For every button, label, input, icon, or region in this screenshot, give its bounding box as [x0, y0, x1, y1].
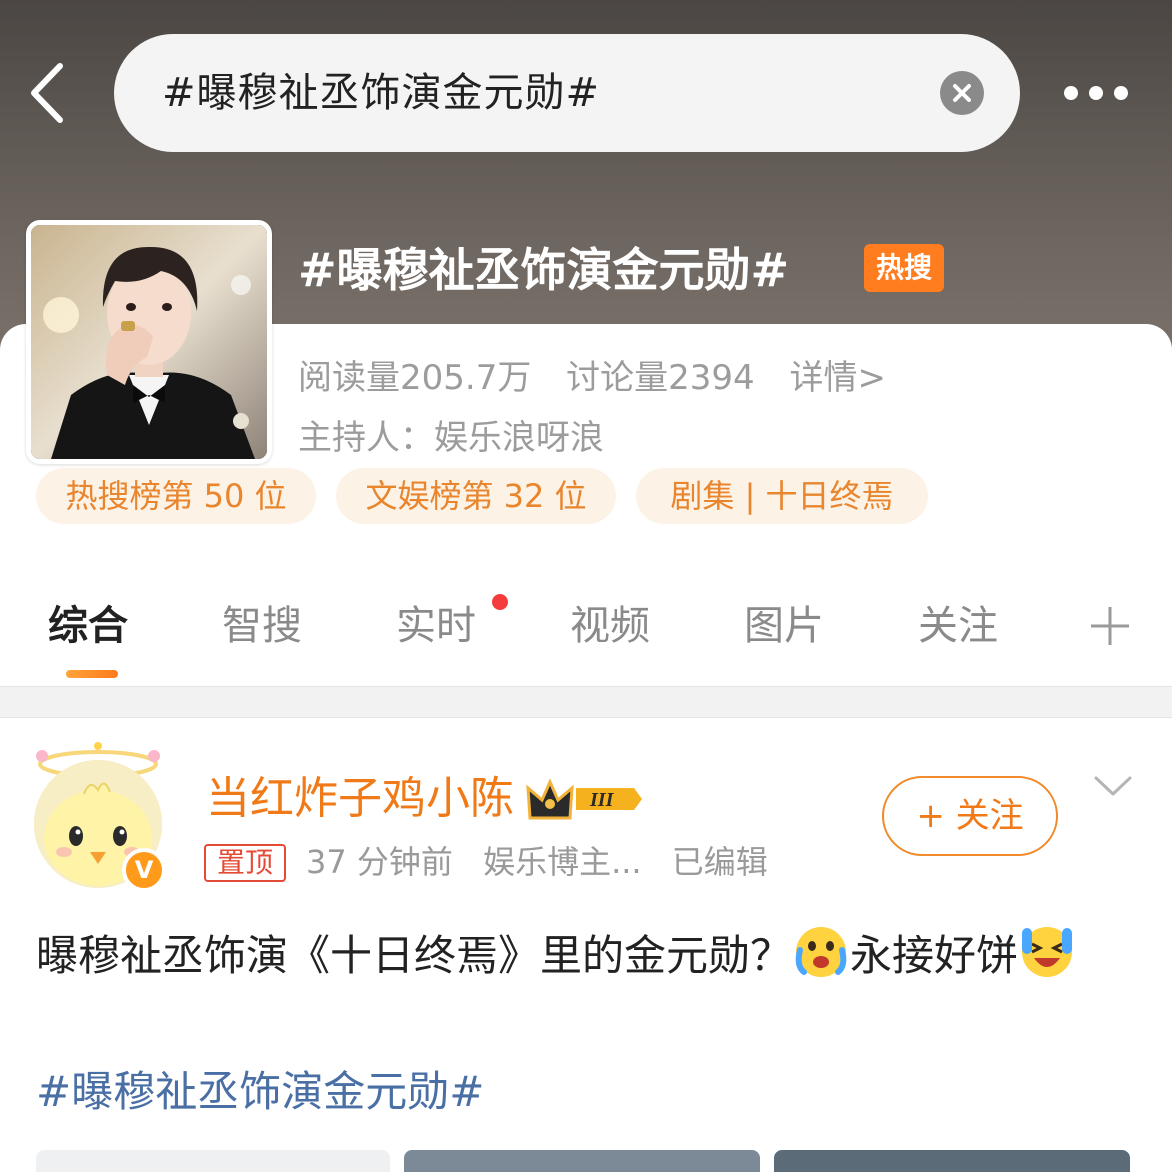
post-image-thumbnail[interactable]: [774, 1150, 1130, 1172]
notification-dot: [492, 594, 508, 610]
post-text-part1: 曝穆祉丞饰演《十日终焉》里的金元勋？: [36, 931, 793, 980]
back-button[interactable]: [22, 58, 78, 128]
close-icon: [953, 84, 971, 102]
plus-icon: [1091, 607, 1129, 645]
post-text: 曝穆祉丞饰演《十日终焉》里的金元勋？ 永接好饼: [36, 922, 1136, 988]
more-dots-icon: [1064, 86, 1078, 100]
cover-photo: [31, 225, 267, 459]
laughing-crying-emoji-icon: [1018, 922, 1076, 980]
post-image-thumbnail[interactable]: [404, 1150, 760, 1172]
tab-realtime[interactable]: 实时: [396, 596, 476, 656]
chevron-left-icon: [31, 63, 63, 123]
clear-search-button[interactable]: [940, 71, 984, 115]
chip-drama[interactable]: 剧集 | 十日终焉: [636, 468, 928, 524]
follow-button[interactable]: + 关注: [882, 776, 1058, 856]
tab-video[interactable]: 视频: [570, 596, 650, 656]
search-tabs: 综合 智搜 实时 视频 图片 关注: [0, 580, 1172, 686]
verified-badge: V: [122, 848, 166, 892]
topic-title: #曝穆祉丞饰演金元勋#: [298, 243, 790, 297]
post-username[interactable]: 当红炸子鸡小陈: [206, 766, 514, 832]
more-dots-icon: [1114, 86, 1128, 100]
post-menu-button[interactable]: [1092, 772, 1134, 802]
tab-following[interactable]: 关注: [918, 596, 998, 656]
post-hashtag-link[interactable]: #曝穆祉丞饰演金元勋#: [36, 1060, 484, 1124]
chevron-down-icon: [1094, 776, 1132, 796]
chip-hot-rank[interactable]: 热搜榜第 50 位: [36, 468, 316, 524]
crown-icon: III: [526, 778, 642, 820]
post-time: 37 分钟前: [306, 843, 453, 881]
chip-entertainment-rank[interactable]: 文娱榜第 32 位: [336, 468, 616, 524]
post-text-part2: 永接好饼: [850, 931, 1019, 980]
member-level-badge: III: [524, 772, 646, 826]
edited-label: 已编辑: [671, 843, 768, 881]
crying-emoji-icon: [792, 922, 850, 980]
tab-smart-search[interactable]: 智搜: [222, 596, 302, 656]
post-source: 娱乐博主...: [483, 843, 642, 881]
add-tab-button[interactable]: [1088, 604, 1132, 648]
read-count: 阅读量205.7万: [298, 358, 532, 398]
active-tab-indicator: [66, 670, 118, 678]
tab-comprehensive[interactable]: 综合: [48, 596, 128, 656]
search-query: #曝穆祉丞饰演金元勋#: [162, 70, 601, 116]
topic-cover-image[interactable]: [26, 220, 272, 464]
post-image-thumbnail[interactable]: [36, 1150, 390, 1172]
hot-search-badge: 热搜: [864, 244, 944, 292]
more-options-button[interactable]: [1058, 78, 1134, 108]
pinned-tag: 置顶: [204, 844, 286, 882]
details-link[interactable]: 详情>: [790, 358, 887, 398]
topic-stats: 阅读量205.7万 讨论量2394 详情>: [298, 350, 910, 406]
search-input[interactable]: #曝穆祉丞饰演金元勋#: [114, 34, 1020, 152]
tab-images[interactable]: 图片: [744, 596, 824, 656]
section-divider: [0, 686, 1172, 718]
more-dots-icon: [1089, 86, 1103, 100]
post-meta: 37 分钟前 娱乐博主... 已编辑: [306, 836, 788, 888]
topic-host: 主持人：娱乐浪呀浪: [298, 418, 604, 458]
level-text: III: [589, 789, 615, 811]
discussion-count: 讨论量2394: [566, 358, 755, 398]
